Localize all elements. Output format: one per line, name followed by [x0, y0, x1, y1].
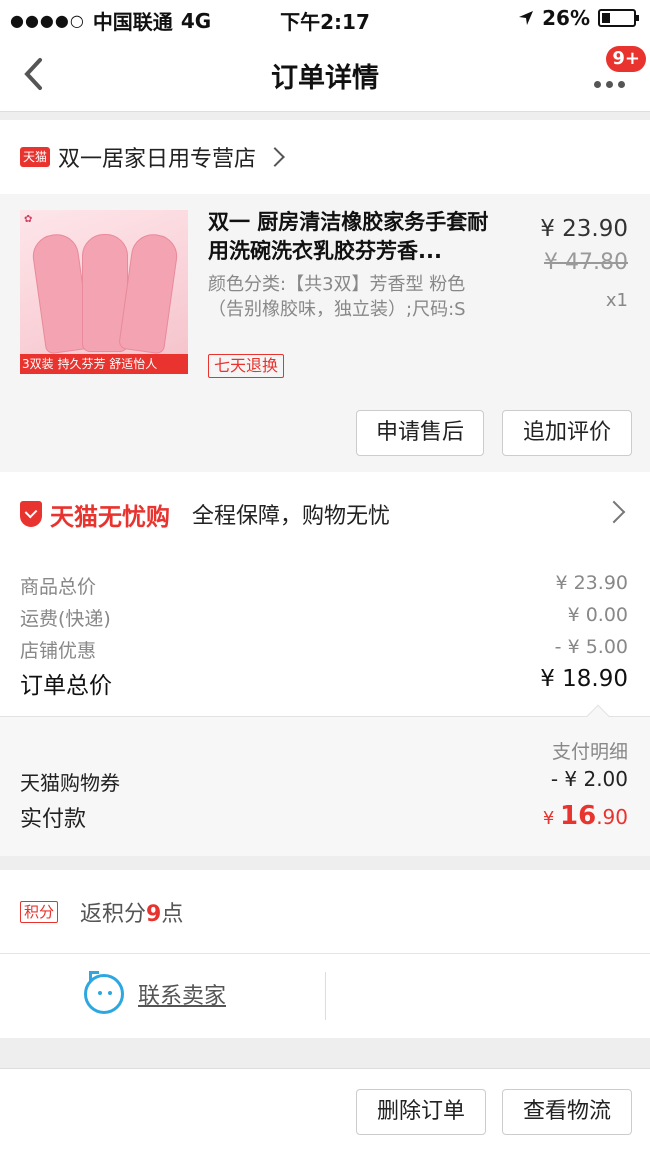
paid-row: 实付款 ¥ 16.90: [20, 801, 628, 833]
summary-row: 商品总价 ¥ 23.90: [20, 572, 628, 599]
chevron-right-icon: [265, 147, 285, 167]
tmall-icon: 天猫: [20, 147, 50, 167]
add-review-button[interactable]: 追加评价: [502, 410, 632, 456]
order-total-row: 订单总价 ¥ 18.90: [20, 666, 628, 700]
price-summary: 商品总价 ¥ 23.90 运费(快递) ¥ 0.00 店铺优惠 - ¥ 5.00…: [0, 556, 650, 716]
view-logistics-button[interactable]: 查看物流: [502, 1089, 632, 1135]
product-quantity: x1: [605, 290, 628, 311]
nav-bar: 订单详情 9+: [0, 36, 650, 112]
guarantee-row[interactable]: 天猫无忧购 全程保障，购物无忧: [0, 472, 650, 556]
summary-label: 运费(快递): [20, 608, 111, 630]
product-spec: 颜色分类:【共3双】芳香型 粉色（告别橡胶味，独立装）;尺码:S: [208, 274, 466, 320]
summary-value: ¥ 23.90: [555, 572, 628, 594]
points-text: 返积分9点: [80, 896, 183, 928]
paid-amount: ¥ 16.90: [543, 801, 628, 833]
summary-row: 店铺优惠 - ¥ 5.00: [20, 636, 628, 663]
order-total-value: ¥ 18.90: [540, 666, 628, 692]
return-policy-badge: 七天退换: [208, 354, 285, 378]
contact-seller-label: 联系卖家: [138, 984, 227, 1009]
order-total-label: 订单总价: [20, 673, 112, 699]
summary-value: ¥ 0.00: [567, 604, 628, 626]
paid-integer: 16: [560, 801, 597, 831]
divider: [325, 972, 326, 1020]
status-bar: ●●●●○ 中国联通 4G 下午2:17 26%: [0, 0, 650, 36]
summary-label: 商品总价: [20, 576, 97, 598]
customer-service-icon: [84, 971, 124, 1014]
product-thumbnail[interactable]: ✿ 3双装 持久芬芳 舒适怡人: [20, 210, 188, 374]
paid-label: 实付款: [20, 807, 87, 832]
bottom-action-bar: 删除订单 查看物流: [0, 1068, 650, 1156]
points-number: 9: [146, 901, 162, 927]
guarantee-text: 全程保障，购物无忧: [192, 504, 391, 529]
paid-currency: ¥: [542, 808, 560, 829]
summary-value: - ¥ 5.00: [554, 636, 628, 658]
points-row: 积分 返积分9点: [0, 870, 650, 954]
payment-details: 支付明细 天猫购物券 - ¥ 2.00 实付款 ¥ 16.90: [0, 704, 650, 856]
contact-seller-button[interactable]: 联系卖家: [84, 971, 227, 1014]
battery-icon: [598, 9, 639, 27]
product-title[interactable]: 双一 厨房清洁橡胶家务手套耐用洗碗洗衣乳胶芬芳香...: [208, 208, 498, 266]
shield-icon: [20, 501, 42, 527]
product-price: ¥ 23.90: [540, 216, 628, 242]
payment-detail-link[interactable]: 支付明细: [552, 737, 628, 764]
guarantee-brand: 天猫无忧购: [50, 502, 170, 531]
summary-label: 店铺优惠: [20, 640, 97, 662]
page-title: 订单详情: [271, 63, 379, 94]
notification-badge: 9+: [606, 46, 646, 72]
points-suffix: 点: [161, 901, 184, 927]
delete-order-button[interactable]: 删除订单: [356, 1089, 486, 1135]
store-row[interactable]: 天猫 双一居家日用专营店: [0, 120, 650, 194]
paid-decimal: .90: [596, 805, 628, 829]
contact-row: 联系卖家: [0, 954, 650, 1038]
points-tag: 积分: [20, 900, 59, 923]
battery-percent: 26%: [542, 6, 590, 30]
brand-logo-icon: ✿: [24, 214, 33, 225]
coupon-label: 天猫购物券: [20, 771, 120, 795]
coupon-value: - ¥ 2.00: [550, 767, 628, 791]
store-name: 双一居家日用专营店: [58, 147, 257, 172]
after-sale-button[interactable]: 申请售后: [356, 410, 484, 456]
original-price: ¥ 47.80: [544, 250, 628, 275]
coupon-row: 天猫购物券 - ¥ 2.00: [20, 767, 628, 796]
product-card: ✿ 3双装 持久芬芳 舒适怡人 双一 厨房清洁橡胶家务手套耐用洗碗洗衣乳胶芬芳香…: [0, 194, 650, 472]
summary-row: 运费(快递) ¥ 0.00: [20, 604, 628, 631]
location-arrow-icon: [519, 11, 534, 25]
chevron-right-icon: [602, 500, 626, 524]
points-prefix: 返积分: [80, 901, 147, 927]
thumbnail-strip: 3双装 持久芬芳 舒适怡人: [20, 354, 188, 374]
